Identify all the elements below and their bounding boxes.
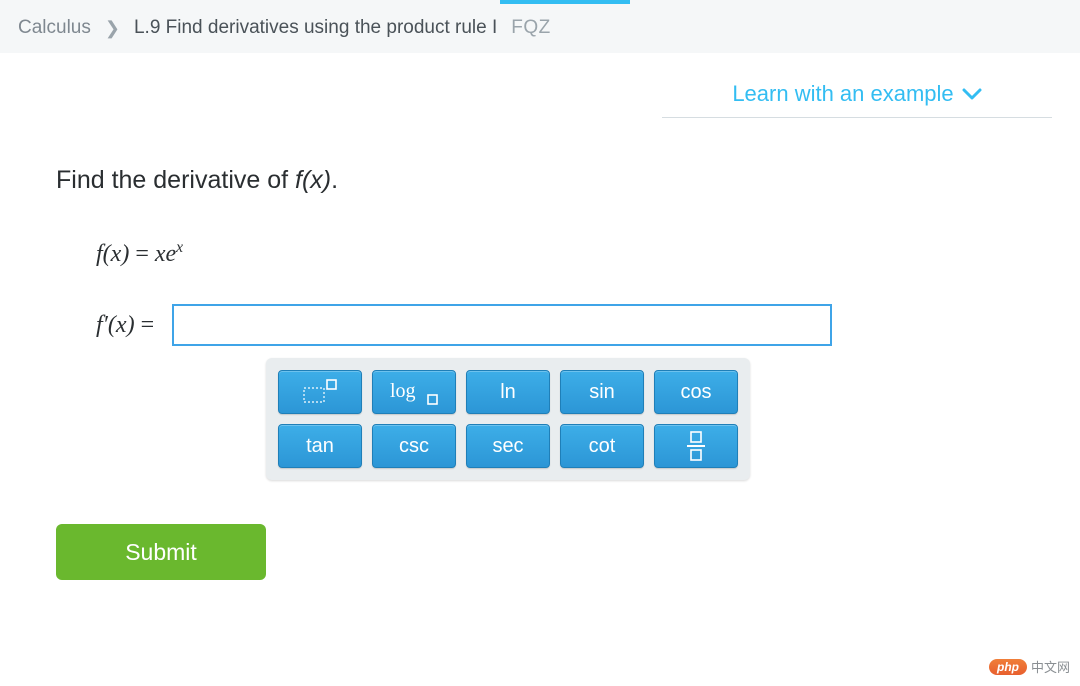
given-equation: f(x) = xex (96, 239, 1024, 268)
key-ln[interactable]: ln (466, 370, 550, 414)
prompt-fx: f(x) (295, 166, 331, 194)
breadcrumb-subject[interactable]: Calculus (18, 17, 91, 39)
key-cot[interactable]: cot (560, 424, 644, 468)
key-fraction[interactable] (654, 424, 738, 468)
question-prompt: Find the derivative of f(x). (56, 166, 1024, 195)
key-csc[interactable]: csc (372, 424, 456, 468)
keypad-row-1: log ln sin cos (278, 370, 738, 414)
equation-rhs-base: xe (155, 241, 176, 267)
prompt-suffix: . (331, 166, 338, 194)
learn-example-label: Learn with an example (732, 81, 953, 107)
chevron-down-icon (962, 81, 982, 107)
answer-input[interactable] (172, 304, 832, 346)
submit-button[interactable]: Submit (56, 524, 266, 580)
breadcrumb-lesson: L.9 Find derivatives using the product r… (134, 17, 497, 39)
key-sin[interactable]: sin (560, 370, 644, 414)
equation-lhs: f(x) (96, 241, 129, 267)
equation-eq: = (129, 241, 155, 267)
key-exponent[interactable] (278, 370, 362, 414)
chevron-right-icon: ❯ (105, 18, 120, 39)
answer-lhs: f′(x) = (96, 312, 154, 339)
prompt-prefix: Find the derivative of (56, 166, 295, 194)
learn-example-link[interactable]: Learn with an example (662, 81, 1052, 118)
math-keypad: log ln sin cos tan csc sec cot (266, 358, 750, 480)
log-icon: log (384, 377, 444, 407)
breadcrumb-code: FQZ (511, 17, 551, 39)
key-log[interactable]: log (372, 370, 456, 414)
watermark: php 中文网 (989, 657, 1070, 676)
equation-rhs-exp: x (176, 239, 183, 256)
key-cos[interactable]: cos (654, 370, 738, 414)
watermark-badge: php (989, 659, 1027, 675)
fraction-icon (682, 429, 710, 463)
active-tab-marker (500, 0, 630, 4)
svg-text:log: log (390, 380, 416, 402)
key-tan[interactable]: tan (278, 424, 362, 468)
exponent-icon (300, 378, 340, 406)
breadcrumb: Calculus ❯ L.9 Find derivatives using th… (0, 0, 1080, 53)
key-sec[interactable]: sec (466, 424, 550, 468)
keypad-row-2: tan csc sec cot (278, 424, 738, 468)
watermark-text: 中文网 (1031, 657, 1070, 676)
